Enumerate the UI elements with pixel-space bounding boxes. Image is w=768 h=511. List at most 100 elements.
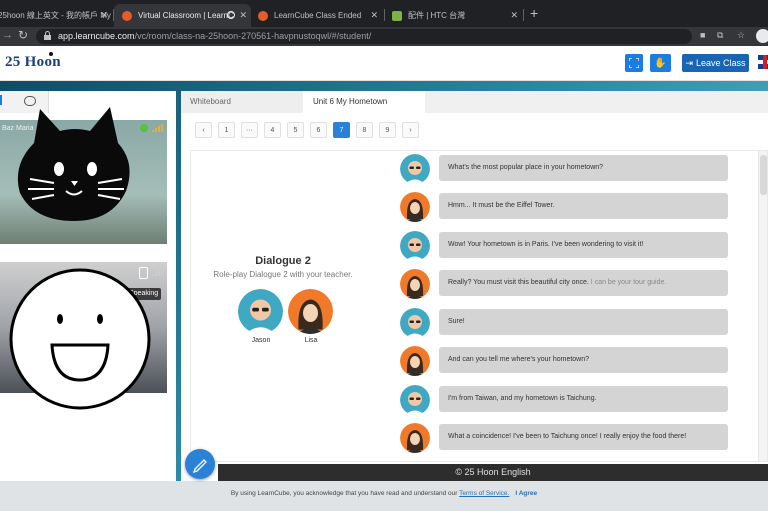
recording-icon <box>227 11 235 19</box>
dialogue-title: Dialogue 2 <box>255 255 311 267</box>
tab-title: LearnCube Class Ended <box>274 11 362 20</box>
page-button[interactable]: 8 <box>356 122 373 138</box>
browser-tab[interactable]: LearnCube Class Ended ✕ <box>252 4 382 27</box>
forward-icon[interactable]: → <box>2 29 13 41</box>
page-button[interactable]: 6 <box>310 122 327 138</box>
speech-bubble: Sure! <box>439 309 728 335</box>
close-icon[interactable]: ✕ <box>239 10 247 21</box>
annotate-button[interactable] <box>185 449 215 479</box>
speech-text: Hmm... It must be the Eiffel Tower. <box>448 202 555 209</box>
learncube-favicon-icon <box>258 10 268 21</box>
close-icon[interactable]: ✕ <box>100 10 108 21</box>
lesson-card: Whiteboard Unit 6 My Hometown ‹ 1 ··· 4 … <box>181 91 768 481</box>
close-icon[interactable]: ✕ <box>370 10 378 21</box>
pencil-icon <box>192 459 207 474</box>
page-button[interactable]: 9 <box>379 122 396 138</box>
speech-hint: I can be your tour guide. <box>588 279 667 286</box>
current-page-button[interactable]: 7 <box>333 122 350 138</box>
browser-tab[interactable]: 25hoon 線上英文 - 我的帳戶 My ✕ <box>0 4 112 27</box>
page-button[interactable]: 4 <box>264 122 281 138</box>
signal-icon <box>152 268 164 276</box>
address-bar[interactable]: app.learncube.com/vc/room/class-na-25hoo… <box>36 29 692 44</box>
tab-title: 25hoon 線上英文 - 我的帳戶 My <box>0 11 111 20</box>
uk-flag-icon[interactable] <box>758 55 768 69</box>
speech-text: What a coincidence! I've been to Taichun… <box>448 433 687 440</box>
jason-avatar-icon <box>400 308 430 338</box>
terms-link[interactable]: Terms of Service. <box>459 490 509 497</box>
star-icon[interactable]: ☆ <box>737 30 745 41</box>
cookie-consent-bar: By using LearnCube, you acknowledge that… <box>0 481 768 511</box>
lisa-avatar-icon <box>288 289 333 334</box>
jason-avatar-icon <box>400 231 430 261</box>
fullscreen-button[interactable] <box>625 54 643 72</box>
translate-icon[interactable]: ⧉ <box>717 30 723 41</box>
close-icon[interactable]: ✕ <box>510 10 518 21</box>
agree-button[interactable]: I Agree <box>515 490 537 497</box>
speech-text: I'm from Taiwan, and my hometown is Taic… <box>448 395 597 402</box>
lisa-avatar-icon <box>400 423 430 453</box>
page-ellipsis-button[interactable]: ··· <box>241 122 258 138</box>
smiley-drawing <box>9 268 151 410</box>
expand-icon <box>629 58 639 68</box>
speech-text: What's the most popular place in your ho… <box>448 164 604 171</box>
prev-page-button[interactable]: ‹ <box>195 122 212 138</box>
tab-lesson[interactable]: Unit 6 My Hometown <box>304 91 425 113</box>
tab-separator <box>384 9 385 21</box>
speech-bubble: Hmm... It must be the Eiffel Tower. <box>439 193 728 219</box>
lisa-avatar <box>288 289 333 334</box>
lisa-label: Lisa <box>304 337 318 344</box>
jason-avatar-icon <box>400 154 430 184</box>
exit-icon: ⇥ <box>685 57 693 68</box>
status-dot-icon <box>140 124 148 132</box>
reload-icon[interactable]: ↻ <box>18 28 28 42</box>
profile-avatar-icon[interactable] <box>756 29 768 43</box>
raise-hand-button[interactable]: ✋ <box>650 54 671 72</box>
speech-text: Really? You must visit this beautiful ci… <box>448 279 589 286</box>
cat-drawing <box>17 107 130 221</box>
tab-title: 配件 | HTC 台灣 <box>408 11 466 20</box>
logo[interactable]: 25 Hoon <box>5 54 61 71</box>
lisa-avatar-icon <box>400 346 430 376</box>
speech-bubble: I'm from Taiwan, and my hometown is Taic… <box>439 386 728 412</box>
speech-bubble: Really? You must visit this beautiful ci… <box>439 270 728 296</box>
lock-icon <box>44 31 51 40</box>
dialogue-slide: Dialogue 2 Role-play Dialogue 2 with you… <box>190 150 768 462</box>
participants-tab-icon[interactable] <box>0 95 4 105</box>
browser-tab[interactable]: 配件 | HTC 台灣 ✕ <box>386 4 522 27</box>
url-text: app.learncube.com/vc/room/class-na-25hoo… <box>58 31 372 41</box>
next-page-button[interactable]: › <box>402 122 419 138</box>
scrollbar-thumb[interactable] <box>760 155 767 195</box>
signal-icon <box>152 124 164 132</box>
jason-avatar <box>238 289 283 334</box>
speech-text: And can you tell me where's your hometow… <box>448 356 590 363</box>
tab-separator <box>523 9 524 21</box>
raise-hand-icon: ✋ <box>654 57 667 69</box>
speech-text: Wow! Your hometown is in Paris. I've bee… <box>448 241 644 248</box>
speech-bubble: Wow! Your hometown is in Paris. I've bee… <box>439 232 728 258</box>
jason-avatar-icon <box>400 385 430 415</box>
page-button[interactable]: 5 <box>287 122 304 138</box>
htc-favicon-icon <box>392 10 402 21</box>
leave-class-button[interactable]: ⇥ Leave Class <box>682 54 749 72</box>
jason-avatar-icon <box>238 289 283 334</box>
lisa-avatar-icon <box>400 269 430 299</box>
new-tab-button[interactable]: + <box>530 5 538 21</box>
lisa-avatar-icon <box>400 192 430 222</box>
camera-icon[interactable]: ■ <box>700 30 705 40</box>
slide-scrollbar[interactable] <box>758 151 767 461</box>
tab-title: Virtual Classroom | LearnC <box>138 11 234 20</box>
app-header: 25 Hoon ✋ ⇥ Leave Class <box>0 46 768 81</box>
page-button[interactable]: 1 <box>218 122 235 138</box>
copyright-bar: © 25 Hoon English <box>218 464 768 481</box>
tab-strip <box>425 91 768 113</box>
dialogue-subtitle: Role-play Dialogue 2 with your teacher. <box>213 270 353 279</box>
speech-text: Sure! <box>448 318 465 325</box>
tab-whiteboard[interactable]: Whiteboard <box>181 91 303 113</box>
pagination: ‹ 1 ··· 4 5 6 7 8 9 › <box>195 122 419 138</box>
browser-tab-active[interactable]: Virtual Classroom | LearnC ✕ <box>114 4 251 27</box>
learncube-favicon-icon <box>122 10 132 21</box>
logo-dot <box>49 52 53 56</box>
browser-toolbar: → ↻ app.learncube.com/vc/room/class-na-2… <box>0 27 768 46</box>
browser-tab-strip: 25hoon 線上英文 - 我的帳戶 My ✕ Virtual Classroo… <box>0 0 768 27</box>
speech-bubble: What a coincidence! I've been to Taichun… <box>439 424 728 450</box>
